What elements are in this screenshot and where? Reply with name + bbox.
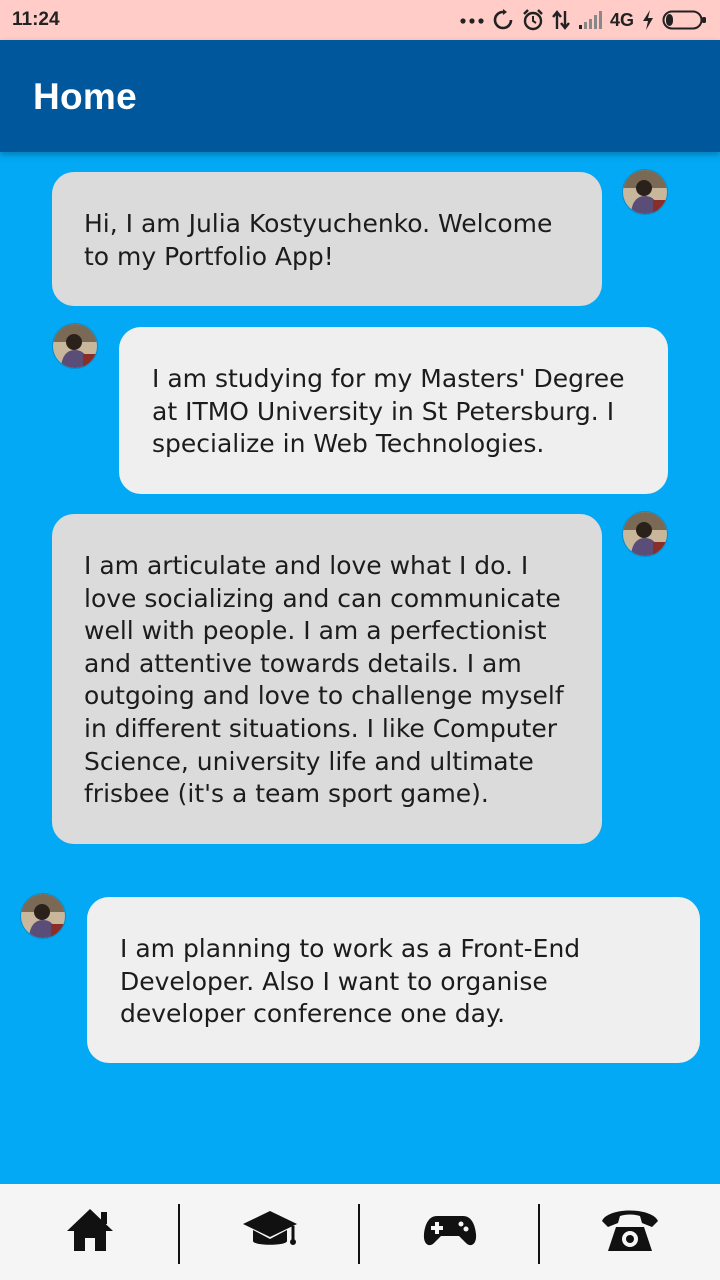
- data-transfer-icon: [552, 9, 570, 31]
- nav-item-education[interactable]: [180, 1184, 360, 1280]
- charging-icon: [642, 9, 654, 31]
- home-icon: [65, 1207, 115, 1257]
- telephone-icon: [600, 1205, 660, 1259]
- message-text: I am planning to work as a Front-End Dev…: [120, 934, 581, 1029]
- more-notifications-icon: [460, 15, 484, 25]
- graduation-cap-icon: [241, 1207, 299, 1257]
- message-text: I am articulate and love what I do. I lo…: [84, 551, 564, 809]
- gamepad-icon: [423, 1210, 477, 1254]
- status-time: 11:24: [12, 9, 60, 30]
- chat-bubble: I am studying for my Masters' Degree at …: [119, 327, 668, 494]
- message-text: Hi, I am Julia Kostyuchenko. Welcome to …: [84, 209, 553, 271]
- message-text: I am studying for my Masters' Degree at …: [152, 364, 625, 459]
- status-icons: 4G: [460, 6, 708, 34]
- alarm-icon: [522, 9, 544, 31]
- signal-icon: [578, 10, 602, 30]
- battery-icon: [662, 9, 708, 31]
- bottom-nav: [0, 1184, 720, 1280]
- avatar: [52, 323, 98, 369]
- chat-bubble: I am articulate and love what I do. I lo…: [52, 514, 602, 844]
- chat-bubble: I am planning to work as a Front-End Dev…: [87, 897, 700, 1063]
- page-title: Home: [33, 76, 137, 117]
- nav-item-home[interactable]: [0, 1184, 180, 1280]
- avatar: [20, 893, 66, 939]
- network-type: 4G: [609, 9, 634, 30]
- nav-item-contacts[interactable]: [540, 1184, 720, 1280]
- avatar: [622, 511, 668, 557]
- nav-item-hobbies[interactable]: [360, 1184, 540, 1280]
- app-bar: Home: [0, 40, 720, 152]
- avatar: [622, 169, 668, 215]
- sync-icon: [492, 9, 514, 31]
- chat-bubble: Hi, I am Julia Kostyuchenko. Welcome to …: [52, 172, 602, 306]
- status-bar: 11:24 4G: [0, 0, 720, 40]
